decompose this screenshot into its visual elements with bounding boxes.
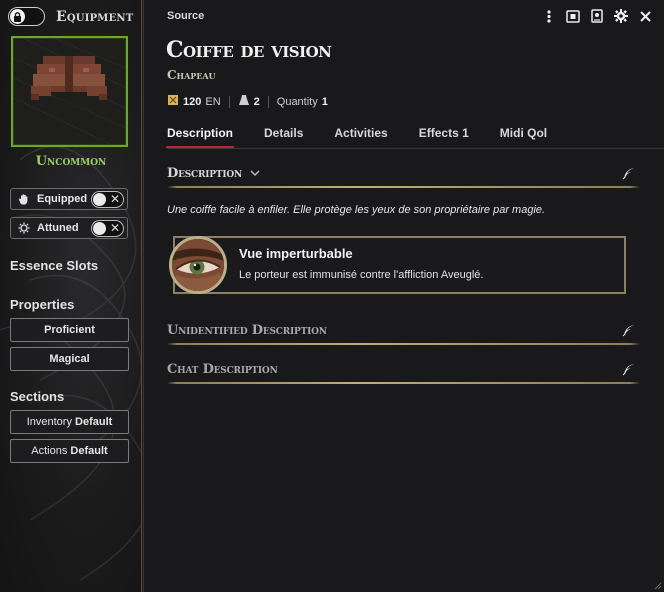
edit-quill-icon[interactable] (622, 363, 636, 377)
attuned-toggle-row[interactable]: Attuned ✕ (10, 217, 128, 239)
equipped-toggle-row[interactable]: Equipped ✕ (10, 188, 128, 210)
header-toolbar (542, 9, 652, 23)
divider (228, 95, 230, 108)
attuned-label: Attuned (37, 222, 79, 234)
essence-slots-heading: Essence Slots (10, 258, 99, 273)
section-label: Actions (31, 445, 68, 457)
properties-heading: Properties (10, 297, 75, 312)
edit-lock-toggle[interactable] (8, 7, 45, 26)
item-image[interactable] (11, 36, 128, 147)
edit-quill-icon[interactable] (622, 167, 636, 181)
section-label: Inventory (26, 416, 72, 428)
tab-activities[interactable]: Activities (334, 126, 387, 148)
divider (267, 95, 269, 108)
tab-label: Effects (418, 126, 459, 140)
unidentified-section-header[interactable]: Unidentified Description (167, 321, 640, 345)
source-label[interactable]: Source (167, 10, 204, 22)
tab-midi-qol[interactable]: Midi Qol (500, 126, 547, 148)
description-text: Une coiffe facile à enfiler. Elle protèg… (167, 204, 546, 216)
feature-title: Vue imperturbable (239, 246, 353, 261)
section-rule (167, 382, 640, 384)
section-value: Default (70, 445, 108, 457)
quantity-value[interactable]: 1 (322, 96, 328, 108)
close-icon: ✕ (109, 191, 120, 206)
eye-portrait-icon (169, 236, 227, 294)
section-title: Chat Description (167, 362, 278, 377)
settings-gear-icon[interactable] (614, 9, 628, 23)
section-actions-button[interactable]: Actions Default (10, 439, 129, 463)
property-proficient[interactable]: Proficient (10, 318, 129, 342)
description-section-header[interactable]: Description (167, 164, 640, 188)
tab-count: 1 (462, 126, 469, 140)
edit-quill-icon[interactable] (622, 324, 636, 338)
coins-icon (167, 94, 179, 109)
tab-bar: Description Details Activities Effects 1… (165, 126, 578, 148)
sections-heading: Sections (10, 389, 65, 404)
section-inventory-button[interactable]: Inventory Default (10, 410, 129, 434)
chat-section-header[interactable]: Chat Description (167, 360, 640, 384)
item-main-panel: Source Coiffe de vision Chapeau 120 EN 2 (143, 0, 664, 592)
weight-icon (238, 94, 250, 109)
price-unit: EN (205, 95, 221, 108)
equipped-switch[interactable]: ✕ (91, 190, 124, 208)
chevron-down-icon (250, 170, 260, 177)
price-value[interactable]: 120 (183, 96, 201, 108)
section-title: Description (167, 166, 260, 181)
equipped-label: Equipped (37, 193, 88, 205)
weight-value[interactable]: 2 (254, 96, 260, 108)
tab-divider (167, 148, 664, 149)
lock-icon (10, 9, 25, 24)
sheet-config-icon[interactable] (566, 9, 580, 23)
rarity-label: Uncommon (35, 154, 107, 169)
feature-card[interactable]: Vue imperturbable Le porteur est immunis… (169, 236, 626, 294)
hand-icon (17, 193, 31, 205)
item-name[interactable]: Coiffe de vision (166, 37, 332, 63)
more-options-icon[interactable] (542, 9, 556, 23)
item-meta-row: 120 EN 2 Quantity 1 (167, 94, 328, 109)
tab-details[interactable]: Details (264, 126, 303, 148)
compendium-book-icon[interactable] (590, 9, 604, 23)
section-rule (167, 343, 640, 345)
tab-effects[interactable]: Effects 1 (419, 126, 469, 148)
section-value: Default (75, 416, 113, 428)
attuned-switch[interactable]: ✕ (91, 219, 124, 237)
leather-cap-icon (12, 37, 127, 146)
close-icon: ✕ (109, 220, 120, 235)
section-title: Unidentified Description (167, 323, 327, 338)
resize-handle-icon[interactable] (654, 582, 662, 590)
tab-description[interactable]: Description (165, 126, 235, 148)
sidebar-title: Equipment (56, 9, 134, 25)
close-icon[interactable] (638, 9, 652, 23)
item-type: Chapeau (167, 68, 216, 82)
property-magical[interactable]: Magical (10, 347, 129, 371)
section-rule (167, 186, 640, 188)
sun-gear-icon (17, 222, 31, 234)
item-sidebar: Equipment Uncommon Equipped ✕ Attuned ✕ … (0, 0, 142, 592)
quantity-label: Quantity (276, 95, 318, 108)
feature-description: Le porteur est immunisé contre l'afflict… (239, 269, 484, 281)
